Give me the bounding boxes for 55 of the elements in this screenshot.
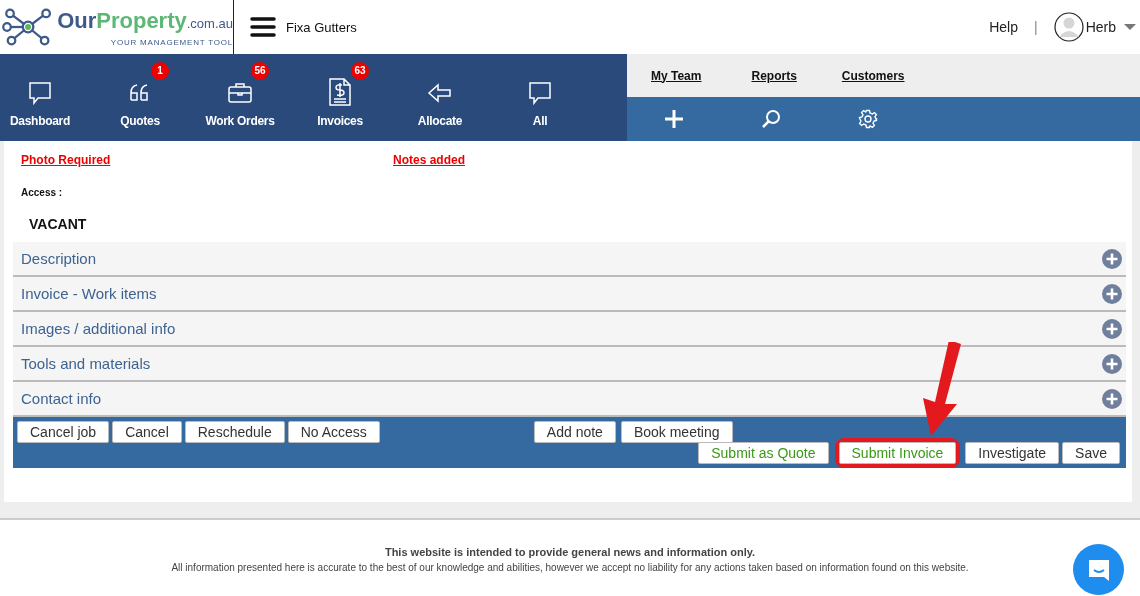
action-button[interactable]: Save (1062, 442, 1120, 464)
menu-icon (250, 16, 276, 38)
nav-item[interactable]: Allocate (390, 54, 490, 128)
speech-bubble-icon (527, 80, 553, 106)
footer-text: All information presented here is accurate to the best of our knowledge and abilities, however we accept no liability for any actions taken based on information found on this website. (170, 562, 970, 573)
logo-tagline: YOUR MANAGEMENT TOOL (110, 37, 233, 47)
separator: | (1034, 19, 1038, 35)
user-menu[interactable]: Herb (1053, 12, 1136, 42)
search-icon[interactable] (761, 109, 781, 129)
invoice-icon (327, 78, 353, 106)
accordion-header[interactable]: Tools and materials (13, 347, 1126, 382)
action-button[interactable]: Investigate (965, 442, 1060, 464)
chat-button[interactable] (1073, 544, 1124, 595)
speech-bubble-icon (27, 80, 53, 106)
settings-icon[interactable] (858, 109, 878, 129)
accordion-header[interactable]: Contact info (13, 382, 1126, 417)
access-value: VACANT (29, 216, 88, 234)
action-button[interactable]: Submit Invoice (838, 442, 957, 464)
nav-link[interactable]: Customers (841, 68, 905, 83)
count-badge: 1 (151, 62, 169, 80)
nav-item[interactable]: 63 Invoices (290, 54, 390, 128)
access-label: Access : (21, 187, 64, 198)
expand-icon (1102, 318, 1122, 339)
accordion-header[interactable]: Invoice - Work items (13, 277, 1126, 312)
action-button[interactable]: Add note (533, 421, 616, 443)
expand-icon (1102, 283, 1122, 304)
nav-link[interactable]: Reports (751, 68, 797, 83)
accordion-header[interactable]: Description (13, 242, 1126, 277)
nav-item[interactable]: Dashboard (0, 54, 90, 128)
expand-icon (1102, 388, 1122, 409)
caret-icon (1124, 23, 1136, 31)
help-link[interactable]: Help (989, 19, 1018, 35)
briefcase-icon (227, 80, 253, 106)
expand-icon (1102, 353, 1122, 374)
count-badge: 63 (351, 62, 369, 80)
company-name: Fixa Gutters (286, 19, 357, 35)
footer-heading: This website is intended to provide general news and information only. (383, 546, 757, 558)
logo-wordmark: OurProperty.com.au (57, 7, 233, 35)
action-button[interactable]: No Access (287, 421, 380, 443)
action-button[interactable]: Reschedule (184, 421, 285, 443)
nav-item[interactable]: 56 Work Orders (190, 54, 290, 128)
status-link[interactable]: Photo Required (21, 153, 393, 169)
status-link[interactable]: Notes added (393, 153, 765, 169)
action-button[interactable]: Cancel job (17, 421, 110, 443)
accordion-header[interactable]: Images / additional info (13, 312, 1126, 347)
action-button[interactable]: Submit as Quote (698, 442, 829, 464)
action-button[interactable]: Cancel (112, 421, 182, 443)
nav-item[interactable]: 1 Quotes (90, 54, 190, 128)
nav-item[interactable]: All (490, 54, 590, 128)
action-button[interactable]: Book meeting (620, 421, 733, 443)
count-badge: 56 (251, 62, 269, 80)
nav-link[interactable]: My Team (651, 68, 702, 83)
avatar-icon (1053, 12, 1084, 42)
add-icon[interactable] (664, 109, 684, 129)
expand-icon (1102, 248, 1122, 269)
